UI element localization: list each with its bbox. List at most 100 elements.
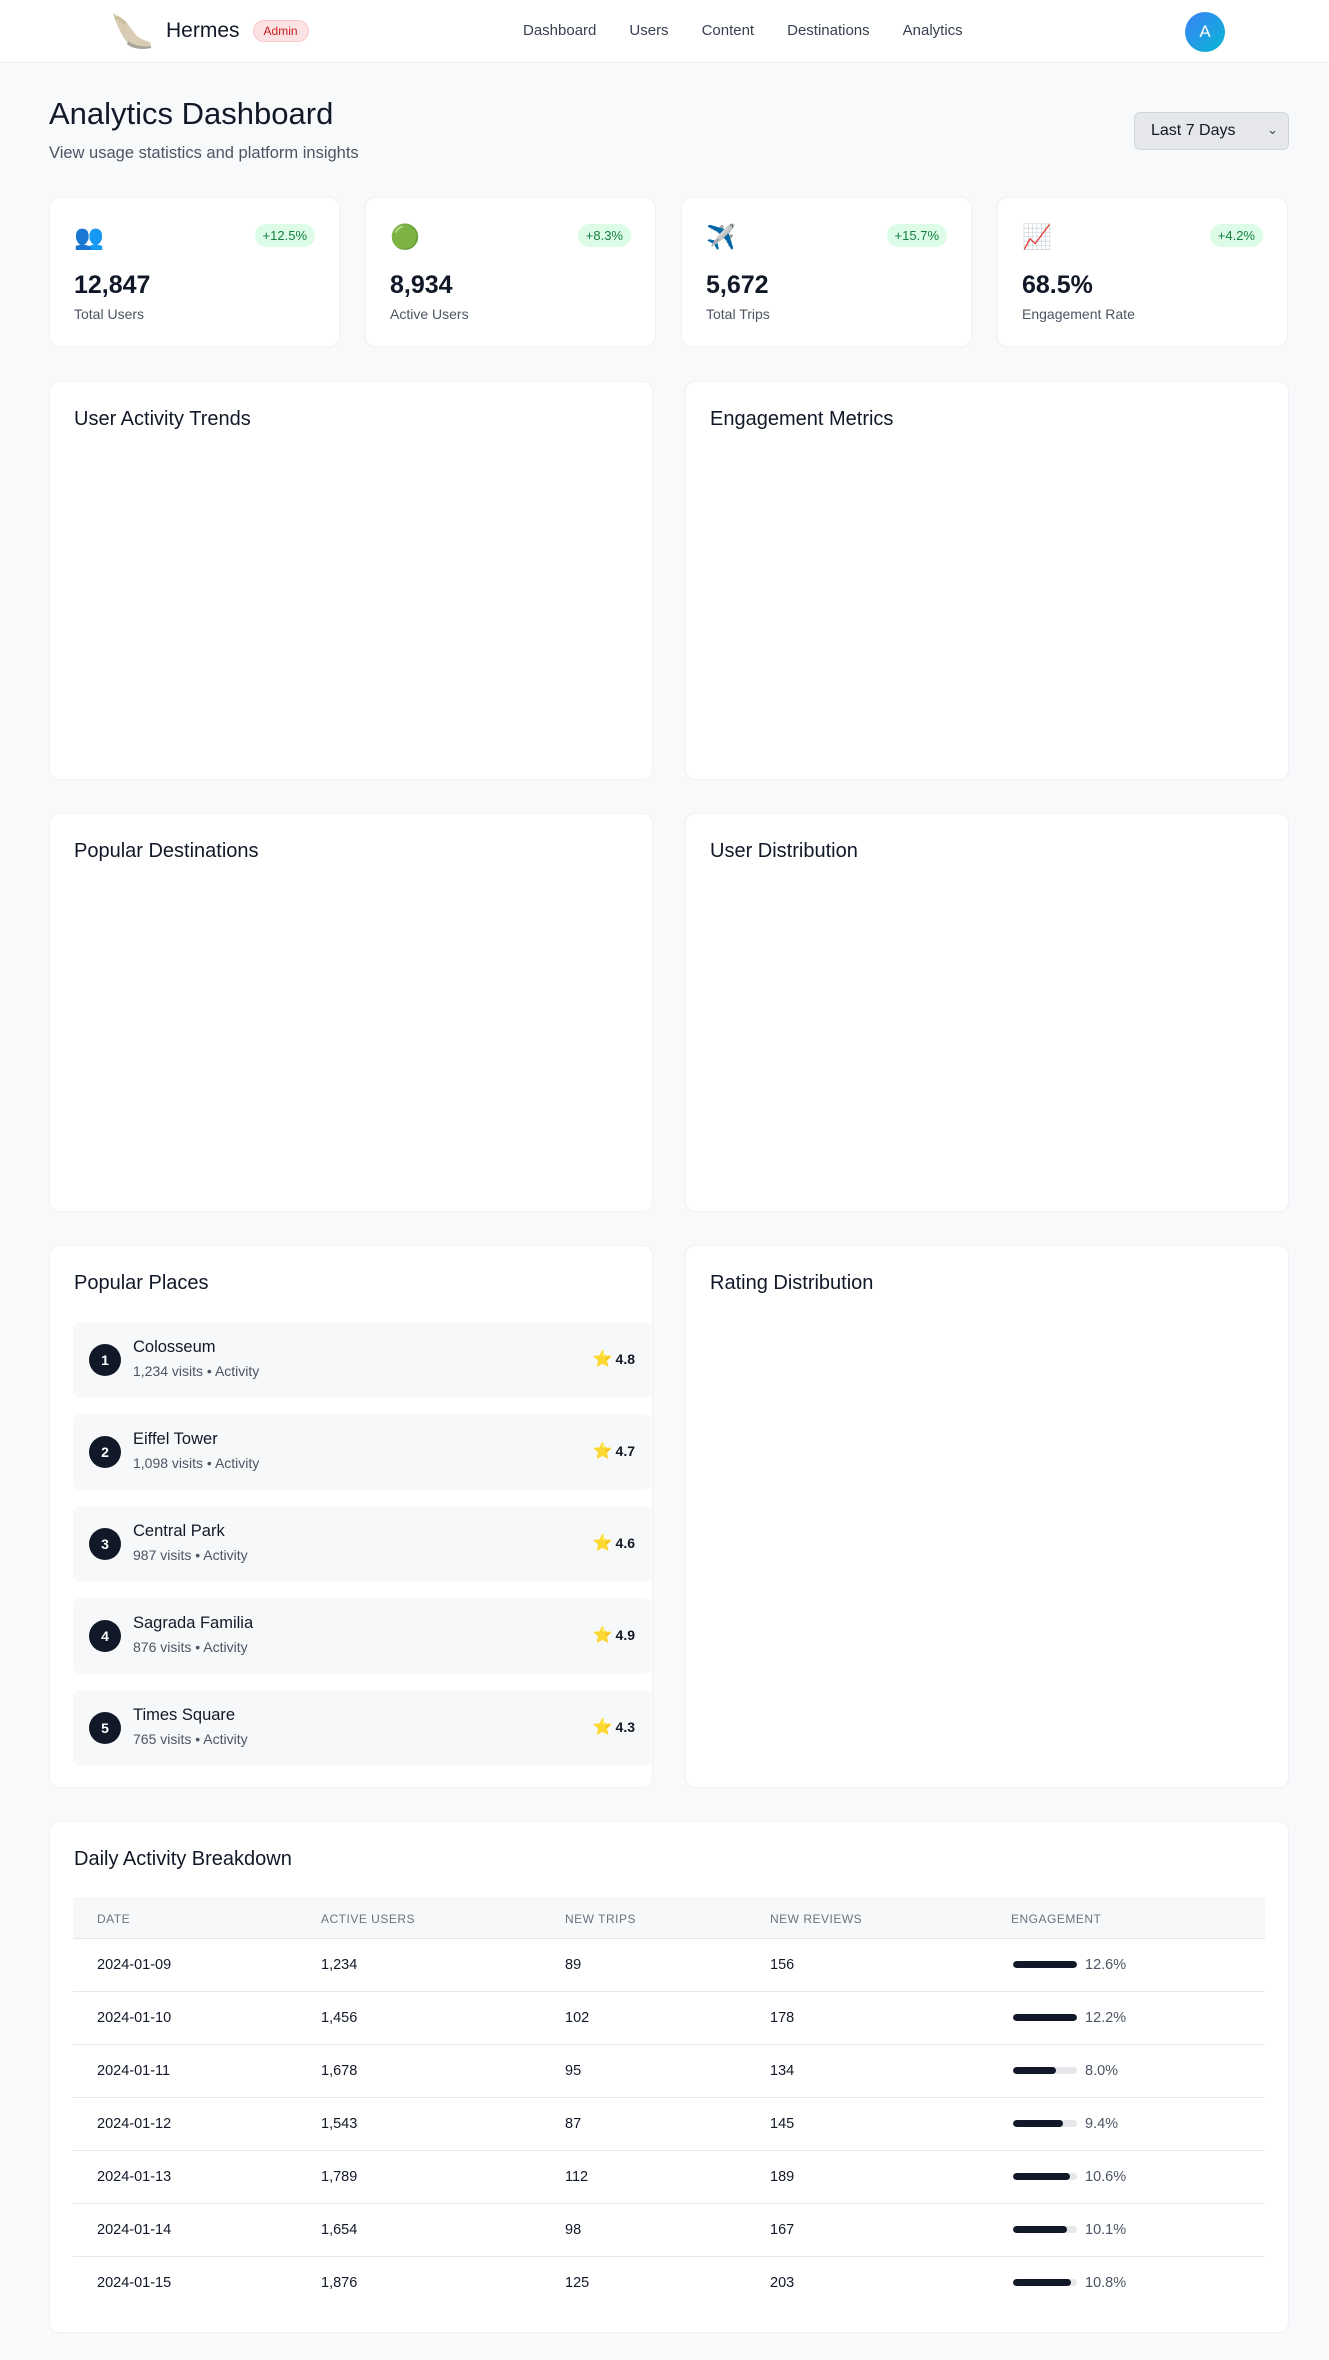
trending-up-icon: 📈 <box>1022 224 1052 251</box>
stat-label: Engagement Rate <box>1022 306 1135 322</box>
place-meta: 1,098 visits • Activity <box>133 1455 260 1471</box>
place-name: Sagrada Familia <box>133 1614 254 1632</box>
stat-value: 12,847 <box>74 271 151 299</box>
stat-card-active-users: 🟢 +8.3% 8,934 Active Users <box>365 197 656 347</box>
cell-date: 2024-01-15 <box>97 2275 172 2291</box>
cell-active-users: 1,654 <box>321 2222 358 2238</box>
column-header-active-users: ACTIVE USERS <box>321 1912 416 1926</box>
user-avatar[interactable]: A <box>1185 12 1225 52</box>
user-activity-trends-panel: User Activity Trends <box>49 381 653 780</box>
engagement-metrics-panel: Engagement Metrics <box>685 381 1289 780</box>
page-title: Analytics Dashboard <box>49 96 334 131</box>
nav-link-content[interactable]: Content <box>702 22 755 39</box>
period-select[interactable]: Last 7 Days ⌄ <box>1134 112 1289 150</box>
rating-value: 4.8 <box>615 1351 635 1367</box>
panel-title: Daily Activity Breakdown <box>74 1848 292 1870</box>
stat-card-engagement-rate: 📈 +4.2% 68.5% Engagement Rate <box>997 197 1288 347</box>
nav-link-analytics[interactable]: Analytics <box>903 22 963 39</box>
admin-badge: Admin <box>252 20 309 42</box>
active-dot-icon: 🟢 <box>390 224 420 251</box>
star-icon: ⭐ <box>592 1719 613 1736</box>
place-item[interactable]: 4 Sagrada Familia 876 visits • Activity … <box>73 1598 651 1674</box>
engagement-bar <box>1013 2120 1077 2127</box>
place-item[interactable]: 2 Eiffel Tower 1,098 visits • Activity ⭐… <box>73 1414 651 1490</box>
winged-sandal-logo-icon <box>113 13 151 49</box>
rating-value: 4.9 <box>615 1627 635 1643</box>
column-header-new-reviews: NEW REVIEWS <box>770 1912 863 1926</box>
cell-date: 2024-01-14 <box>97 2222 172 2238</box>
brand[interactable]: Hermes Admin <box>110 11 309 51</box>
cell-active-users: 1,789 <box>321 2169 358 2185</box>
cell-new-reviews: 178 <box>770 2010 795 2026</box>
cell-date: 2024-01-13 <box>97 2169 172 2185</box>
table-row: 2024-01-15 1,876 125 203 10.8% <box>73 2257 1265 2310</box>
rating-value: 4.6 <box>615 1535 635 1551</box>
place-meta: 765 visits • Activity <box>133 1731 248 1747</box>
column-header-engagement: ENGAGEMENT <box>1011 1912 1102 1926</box>
place-meta: 876 visits • Activity <box>133 1639 248 1655</box>
stat-change-badge: +12.5% <box>254 224 315 247</box>
nav-links: Dashboard Users Content Destinations Ana… <box>523 22 996 39</box>
place-rating: ⭐ 4.8 <box>593 1349 635 1369</box>
stat-value: 5,672 <box>706 271 769 299</box>
engagement-bar-fill <box>1013 2120 1064 2127</box>
place-meta: 1,234 visits • Activity <box>133 1363 260 1379</box>
place-rank: 4 <box>89 1620 121 1652</box>
place-meta: 987 visits • Activity <box>133 1547 248 1563</box>
panel-title: Rating Distribution <box>710 1272 874 1294</box>
stat-label: Total Users <box>74 306 145 322</box>
place-item[interactable]: 3 Central Park 987 visits • Activity ⭐ 4.… <box>73 1506 651 1582</box>
rating-value: 4.3 <box>615 1719 635 1735</box>
place-rank: 5 <box>89 1712 121 1744</box>
cell-date: 2024-01-10 <box>97 2010 172 2026</box>
star-icon: ⭐ <box>592 1627 613 1644</box>
nav-link-destinations[interactable]: Destinations <box>787 22 870 39</box>
place-rank: 3 <box>89 1528 121 1560</box>
stat-change-badge: +4.2% <box>1209 224 1263 247</box>
place-rating: ⭐ 4.7 <box>593 1441 635 1461</box>
nav-link-dashboard[interactable]: Dashboard <box>523 22 596 39</box>
stat-change-badge: +8.3% <box>577 224 631 247</box>
engagement-bar-fill <box>1013 2226 1067 2233</box>
cell-engagement: 12.2% <box>1085 2010 1127 2026</box>
cell-new-trips: 95 <box>565 2063 582 2079</box>
place-name: Eiffel Tower <box>133 1430 218 1448</box>
star-icon: ⭐ <box>592 1535 613 1552</box>
cell-new-reviews: 145 <box>770 2116 795 2132</box>
cell-new-trips: 112 <box>565 2169 589 2185</box>
cell-active-users: 1,876 <box>321 2275 358 2291</box>
cell-new-trips: 98 <box>565 2222 582 2238</box>
table-row: 2024-01-09 1,234 89 156 12.6% <box>73 1939 1265 1992</box>
cell-new-reviews: 203 <box>770 2275 795 2291</box>
cell-new-trips: 125 <box>565 2275 590 2291</box>
place-rating: ⭐ 4.3 <box>593 1717 635 1737</box>
nav-link-users[interactable]: Users <box>629 22 668 39</box>
cell-engagement: 10.1% <box>1085 2222 1127 2238</box>
engagement-bar <box>1013 2226 1077 2233</box>
cell-date: 2024-01-12 <box>97 2116 172 2132</box>
engagement-bar <box>1013 1961 1077 1968</box>
stat-card-total-users: 👥 +12.5% 12,847 Total Users <box>49 197 340 347</box>
page-subtitle: View usage statistics and platform insig… <box>49 144 359 162</box>
place-rating: ⭐ 4.6 <box>593 1533 635 1553</box>
cell-active-users: 1,543 <box>321 2116 358 2132</box>
cell-active-users: 1,678 <box>321 2063 358 2079</box>
airplane-icon: ✈️ <box>706 224 736 251</box>
cell-date: 2024-01-09 <box>97 1957 172 1973</box>
cell-engagement: 10.6% <box>1085 2169 1127 2185</box>
popular-destinations-panel: Popular Destinations <box>49 813 653 1212</box>
place-item[interactable]: 5 Times Square 765 visits • Activity ⭐ 4.… <box>73 1690 651 1766</box>
chevron-down-icon: ⌄ <box>1267 122 1278 137</box>
place-name: Times Square <box>133 1706 236 1724</box>
engagement-bar-fill <box>1013 2173 1070 2180</box>
cell-new-reviews: 167 <box>770 2222 795 2238</box>
column-header-date: DATE <box>97 1912 131 1926</box>
engagement-bar <box>1013 2173 1077 2180</box>
cell-new-reviews: 189 <box>770 2169 795 2185</box>
engagement-bar <box>1013 2067 1077 2074</box>
daily-activity-panel: Daily Activity Breakdown DATE ACTIVE USE… <box>49 1821 1289 2333</box>
panel-title: Engagement Metrics <box>710 408 894 430</box>
place-item[interactable]: 1 Colosseum 1,234 visits • Activity ⭐ 4.8 <box>73 1322 651 1398</box>
stat-card-total-trips: ✈️ +15.7% 5,672 Total Trips <box>681 197 972 347</box>
engagement-bar-fill <box>1013 1961 1077 1968</box>
